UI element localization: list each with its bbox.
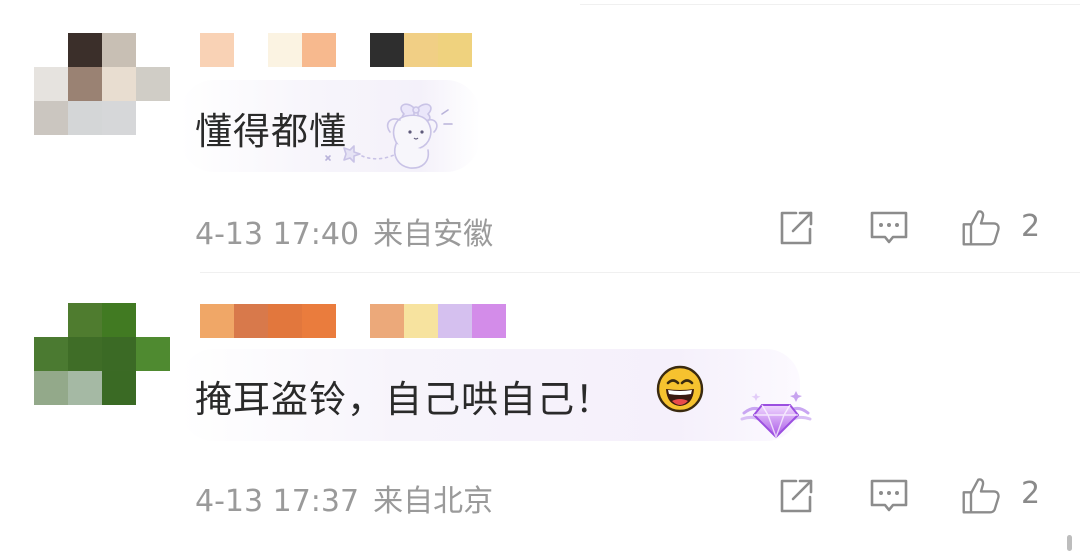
share-icon[interactable] [776,476,816,516]
avatar-pixel [136,303,170,337]
username-pixel [200,33,234,67]
avatar-pixel [68,337,102,371]
avatar-pixel [34,337,68,371]
share-icon[interactable] [776,208,816,248]
comment-location: 来自北京 [373,484,494,519]
avatar-pixel [102,101,136,135]
comment-item: 懂得都懂 4-13 17:40 来自安徽 2 [0,0,1080,272]
avatar-pixel [68,371,102,405]
username-pixel [438,33,472,67]
username-pixel [302,33,336,67]
bunny-sticker-icon [325,103,453,169]
username-pixel [302,304,336,338]
thumbs-up-icon[interactable] [961,476,1001,516]
avatar-pixel [34,67,68,101]
username-gap [336,33,370,67]
comment-time: 4-13 17:37 [195,484,360,519]
avatar-pixel [68,33,102,67]
avatar-pixel [68,101,102,135]
avatar-pixel [68,303,102,337]
username-pixel [234,304,268,338]
avatar-pixel [136,371,170,405]
username-pixel [438,304,472,338]
avatar-pixel [136,67,170,101]
avatar-pixel [136,33,170,67]
username[interactable] [200,33,472,67]
comment-location: 来自安徽 [373,217,494,252]
avatar-pixel [102,303,136,337]
comment-meta: 4-13 17:37 来自北京 [195,476,493,520]
avatar[interactable] [34,33,170,135]
avatar-pixel [102,371,136,405]
like-count: 2 [1021,209,1041,244]
username-pixel [404,304,438,338]
username-pixel [370,33,404,67]
username-gap [336,304,370,338]
username-pixel [268,33,302,67]
avatar-pixel [102,67,136,101]
avatar-pixel [68,67,102,101]
comment-list: 懂得都懂 4-13 17:40 来自安徽 2 掩耳盗铃，自己哄自己！ 4-13 … [0,0,1080,551]
thumbs-up-icon[interactable] [961,208,1001,248]
username-pixel [404,33,438,67]
laughing-emoji-icon [656,365,704,413]
username-gap [234,33,268,67]
avatar-pixel [102,337,136,371]
avatar[interactable] [34,303,170,405]
comment-time: 4-13 17:40 [195,217,360,252]
avatar-pixel [34,303,68,337]
avatar-pixel [34,371,68,405]
like-count: 2 [1021,476,1041,511]
avatar-pixel [136,337,170,371]
scroll-indicator[interactable] [1067,535,1072,551]
comment-icon[interactable] [869,208,909,248]
username-pixel [268,304,302,338]
comment-icon[interactable] [869,476,909,516]
avatar-pixel [34,33,68,67]
comment-item: 掩耳盗铃，自己哄自己！ 4-13 17:37 来自北京 2 [0,273,1080,551]
comment-meta: 4-13 17:40 来自安徽 [195,209,493,253]
avatar-pixel [136,101,170,135]
username[interactable] [200,304,506,338]
comment-text: 掩耳盗铃，自己哄自己！ [195,378,613,421]
purple-gem-badge-icon [740,391,812,440]
username-pixel [370,304,404,338]
username-pixel [472,304,506,338]
avatar-pixel [102,33,136,67]
username-pixel [200,304,234,338]
avatar-pixel [34,101,68,135]
